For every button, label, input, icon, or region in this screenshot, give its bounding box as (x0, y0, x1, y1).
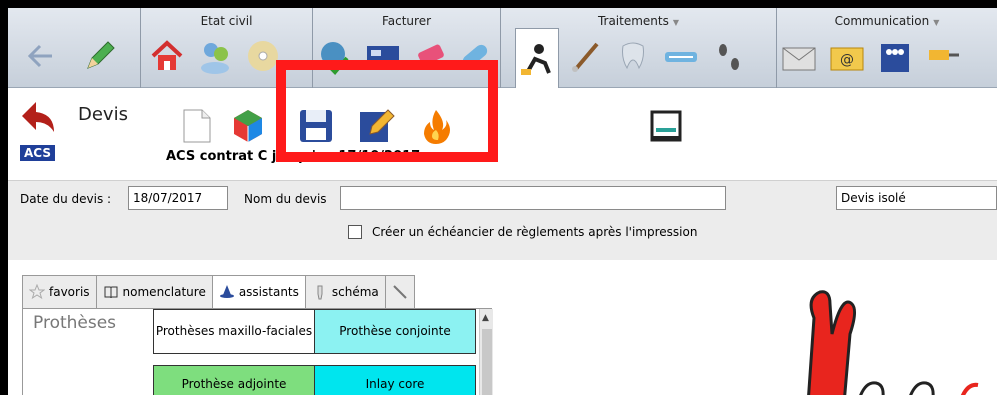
brush-icon[interactable] (563, 32, 607, 80)
cell-protheses-maxillo-faciales[interactable]: Prothèses maxillo-faciales (153, 309, 315, 354)
scanner-icon[interactable] (642, 102, 690, 150)
group-title: Communication ▼ (777, 14, 997, 28)
tooth-icon[interactable] (611, 32, 655, 80)
tab-schema[interactable]: schéma (304, 275, 385, 309)
group-people-icon[interactable] (873, 32, 917, 80)
ribbon-group-communication: Communication ▼ @ (776, 8, 997, 88)
back-arrow-icon[interactable] (20, 32, 64, 80)
tab-label: nomenclature (122, 285, 206, 299)
highlight-box (276, 60, 498, 162)
devis-toolbar: Devis ACS ACS contrat C jusqu'au 17/10/2… (8, 88, 997, 168)
ribbon-group-traitements: Traitements ▼ (500, 8, 776, 88)
devis-form: Date du devis : Nom du devis Créer un éc… (8, 180, 997, 260)
dental-work-icon[interactable] (515, 28, 559, 88)
assistants-panel: Prothèses Prothèses maxillo-faciales Pro… (22, 308, 493, 395)
home-icon[interactable] (145, 32, 189, 80)
group-title-text: Traitements (597, 14, 669, 28)
page-title: Devis (78, 104, 128, 125)
name-label: Nom du devis (244, 192, 327, 206)
braces-icon[interactable] (659, 32, 703, 80)
instrument-icon (393, 285, 407, 299)
schedule-label: Créer un échéancier de règlements après … (372, 225, 698, 239)
scroll-thumb[interactable] (482, 329, 492, 395)
tab-label: favoris (49, 285, 90, 299)
svg-text:@: @ (840, 52, 854, 68)
email-icon[interactable]: @ (825, 32, 869, 80)
wizard-hat-icon (219, 285, 234, 298)
devis-type-field[interactable] (836, 186, 997, 210)
tab-label: schéma (331, 285, 379, 299)
envelope-icon[interactable] (777, 32, 821, 80)
tab-nomenclature[interactable]: nomenclature (95, 275, 212, 309)
cell-prothese-conjointe[interactable]: Prothèse conjointe (314, 309, 476, 354)
screen-frame: Etat civil Facturer Traitements ▼ Commun… (0, 0, 997, 395)
pencil-icon[interactable] (78, 32, 122, 80)
category-title: Prothèses (33, 313, 117, 333)
back-arrow-red-icon[interactable] (18, 98, 58, 134)
date-label: Date du devis : (20, 192, 112, 206)
tab-assistants[interactable]: assistants (211, 275, 305, 309)
star-icon (29, 284, 45, 300)
name-field[interactable] (340, 186, 726, 210)
group-title-text: Communication (834, 14, 930, 28)
book-icon (104, 286, 118, 299)
tab-favoris[interactable]: favoris (22, 275, 96, 309)
rubiks-cube-icon[interactable] (224, 102, 272, 150)
date-field[interactable] (128, 186, 228, 210)
group-title: Etat civil (200, 14, 253, 28)
new-document-icon[interactable] (172, 102, 220, 150)
tooth-schema-icon (317, 285, 323, 300)
ribbon: Etat civil Facturer Traitements ▼ Commun… (8, 8, 997, 88)
footprints-icon[interactable] (707, 32, 751, 80)
cell-inlay-core[interactable]: Inlay core (314, 365, 476, 395)
panel-scrollbar[interactable]: ▲ (479, 309, 493, 395)
tab-instrument[interactable] (384, 275, 415, 309)
drill-icon[interactable] (921, 32, 965, 80)
scroll-up-icon[interactable]: ▲ (482, 313, 489, 323)
group-title: Traitements ▼ (501, 14, 776, 28)
group-title: Facturer (381, 14, 432, 28)
dropdown-arrow-icon[interactable]: ▼ (933, 18, 939, 27)
patient-contacts-icon[interactable] (193, 32, 237, 80)
app-window: Etat civil Facturer Traitements ▼ Commun… (8, 8, 997, 395)
tab-bar: favoris nomenclature assistants schéma (22, 275, 415, 309)
schedule-checkbox[interactable] (348, 225, 362, 239)
dropdown-arrow-icon[interactable]: ▼ (673, 18, 679, 27)
cell-prothese-adjointe[interactable]: Prothèse adjointe (153, 365, 315, 395)
tab-label: assistants (238, 285, 299, 299)
acs-badge: ACS (20, 145, 55, 161)
dental-schema-illustration (788, 278, 988, 395)
